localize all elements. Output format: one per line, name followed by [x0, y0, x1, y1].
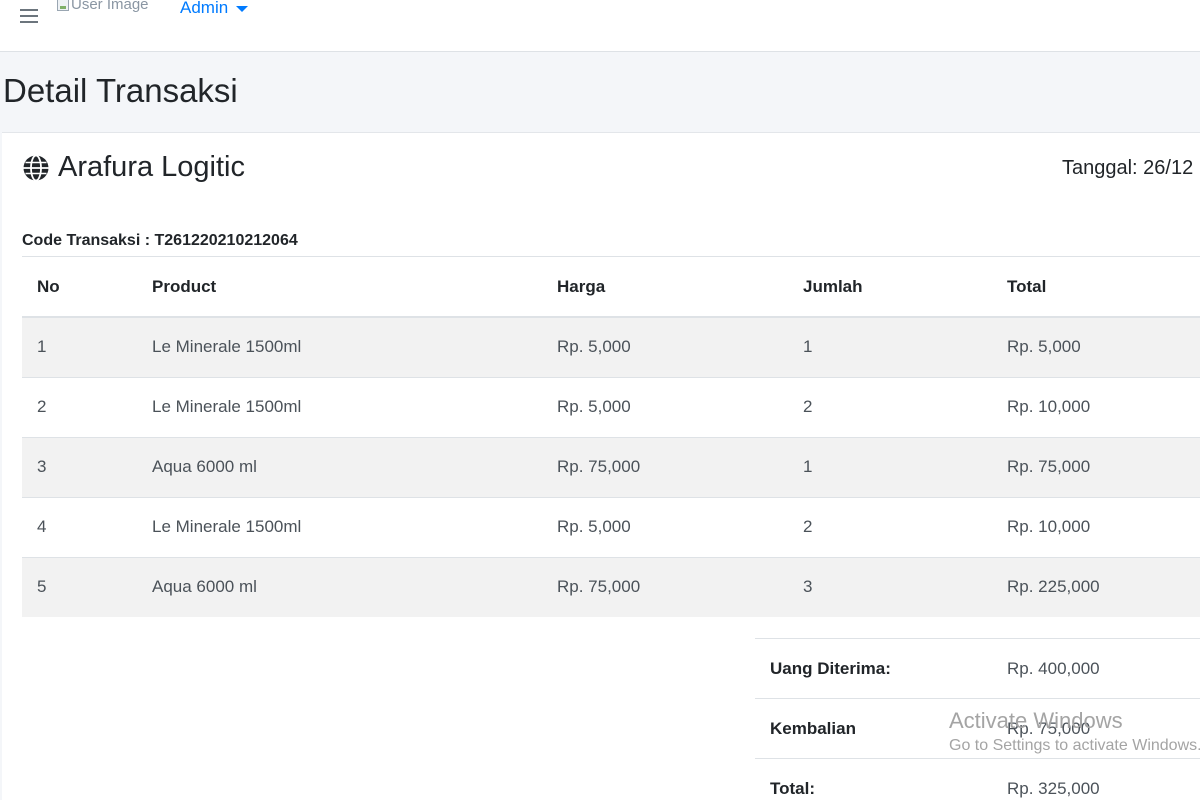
company-name: Arafura Logitic: [58, 151, 245, 183]
content-header: Detail Transaksi: [0, 52, 1200, 132]
cell-harga: Rp. 5,000: [542, 376, 788, 437]
company-heading: Arafura Logitic: [22, 151, 245, 184]
user-name: Admin: [180, 0, 229, 17]
cell-total: Rp. 10,000: [992, 496, 1200, 557]
cell-product: Aqua 6000 ml: [137, 556, 542, 617]
transaction-date: Tanggal: 26/12: [1062, 157, 1194, 179]
summary-row-total: Total: Rp. 325,000: [755, 759, 1200, 800]
cell-harga: Rp. 5,000: [542, 496, 788, 557]
user-image-alt-text: User Image: [71, 0, 149, 13]
received-label: Uang Diterima:: [770, 658, 891, 678]
cell-harga: Rp. 5,000: [542, 316, 788, 377]
transaction-code: Code Transaksi : T261220210212064: [22, 232, 298, 249]
globe-icon: [23, 154, 49, 181]
cell-no: 4: [22, 496, 137, 557]
cell-jumlah: 2: [788, 376, 992, 437]
cell-total: Rp. 225,000: [992, 556, 1200, 617]
user-image: User Image: [57, 0, 149, 14]
cell-jumlah: 2: [788, 496, 992, 557]
payment-summary: Uang Diterima: Rp. 400,000 Kembalian Rp.…: [755, 638, 1200, 800]
table-row: 5 Aqua 6000 ml Rp. 75,000 3 Rp. 225,000: [22, 556, 1200, 617]
column-header-jumlah: Jumlah: [788, 257, 992, 318]
cell-no: 5: [22, 556, 137, 617]
column-header-product: Product: [137, 257, 542, 318]
cell-no: 3: [22, 436, 137, 497]
items-table: No Product Harga Jumlah Total 1 Le Miner…: [22, 257, 1200, 617]
invoice-card: Arafura Logitic Tanggal: 26/12 Code Tran…: [2, 132, 1200, 800]
broken-image-icon: [57, 0, 69, 11]
cell-harga: Rp. 75,000: [542, 556, 788, 617]
cell-total: Rp. 10,000: [992, 376, 1200, 437]
user-menu-toggle[interactable]: Admin: [180, 0, 249, 18]
cell-jumlah: 1: [788, 436, 992, 497]
cell-product: Le Minerale 1500ml: [137, 376, 542, 437]
change-value: Rp. 75,000: [1007, 718, 1091, 738]
change-label: Kembalian: [770, 718, 856, 738]
items-table-wrapper: No Product Harga Jumlah Total 1 Le Miner…: [22, 256, 1200, 617]
page-title: Detail Transaksi: [3, 72, 238, 109]
cell-harga: Rp. 75,000: [542, 436, 788, 497]
caret-down-icon: [236, 6, 249, 12]
column-header-harga: Harga: [542, 257, 788, 318]
cell-total: Rp. 5,000: [992, 316, 1200, 377]
summary-row-change: Kembalian Rp. 75,000: [755, 699, 1200, 759]
column-header-no: No: [22, 257, 137, 318]
total-value: Rp. 325,000: [1007, 779, 1100, 798]
cell-jumlah: 3: [788, 556, 992, 617]
top-navbar: User Image Admin: [0, 0, 1200, 52]
received-value: Rp. 400,000: [1007, 658, 1100, 678]
cell-product: Aqua 6000 ml: [137, 436, 542, 497]
cell-total: Rp. 75,000: [992, 436, 1200, 497]
cell-product: Le Minerale 1500ml: [137, 496, 542, 557]
table-row: 3 Aqua 6000 ml Rp. 75,000 1 Rp. 75,000: [22, 436, 1200, 497]
total-label: Total:: [770, 779, 816, 798]
cell-product: Le Minerale 1500ml: [137, 316, 542, 377]
table-row: 2 Le Minerale 1500ml Rp. 5,000 2 Rp. 10,…: [22, 376, 1200, 437]
menu-icon[interactable]: [20, 9, 38, 23]
table-header-row: No Product Harga Jumlah Total: [22, 257, 1200, 318]
table-row: 1 Le Minerale 1500ml Rp. 5,000 1 Rp. 5,0…: [22, 316, 1200, 377]
summary-row-received: Uang Diterima: Rp. 400,000: [755, 639, 1200, 699]
cell-no: 1: [22, 316, 137, 377]
column-header-total: Total: [992, 257, 1200, 318]
table-row: 4 Le Minerale 1500ml Rp. 5,000 2 Rp. 10,…: [22, 496, 1200, 557]
cell-jumlah: 1: [788, 316, 992, 377]
cell-no: 2: [22, 376, 137, 437]
